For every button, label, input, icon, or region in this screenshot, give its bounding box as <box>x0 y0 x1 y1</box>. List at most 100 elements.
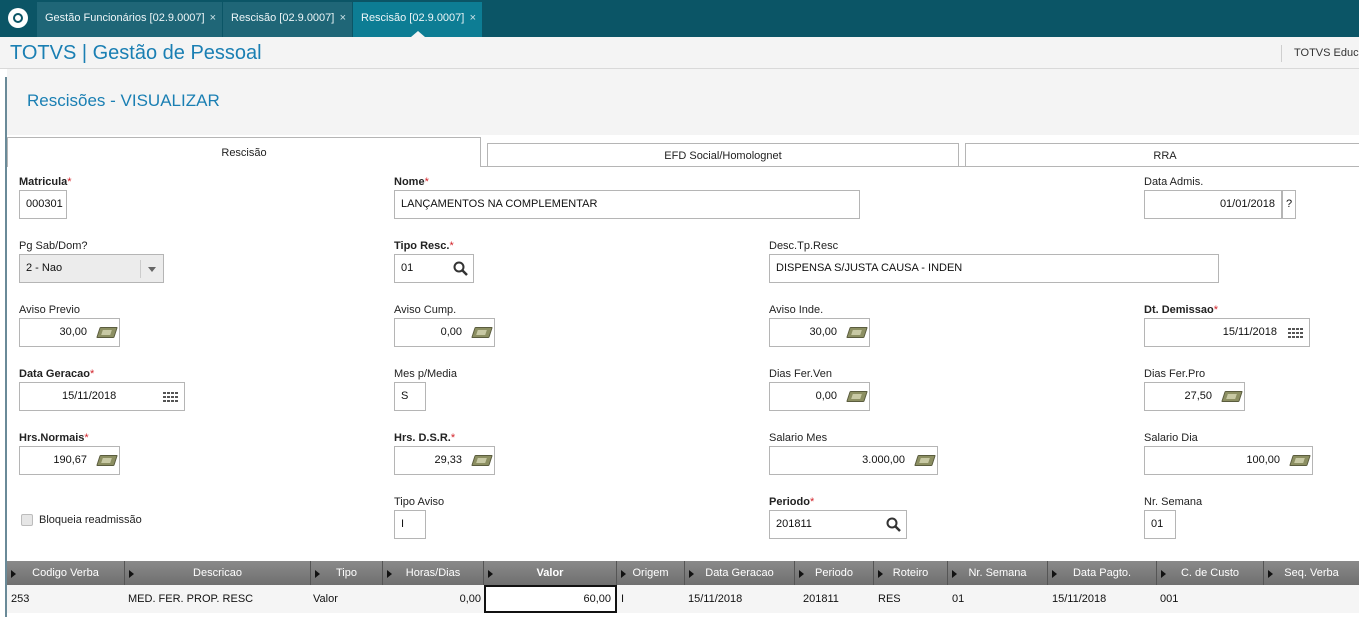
mes-p-media-field[interactable]: S <box>394 382 426 411</box>
col-tipo[interactable]: Tipo <box>311 561 383 585</box>
aviso-previo-value: 30,00 <box>59 326 87 338</box>
money-icon[interactable] <box>96 327 118 338</box>
help-button[interactable]: ? <box>1282 190 1296 219</box>
close-icon[interactable]: × <box>210 2 216 35</box>
cell-nr-semana: 01 <box>952 593 965 605</box>
window-tab-bar: Gestão Funcionários [02.9.0007] × Rescis… <box>0 0 1359 37</box>
nr-semana-field[interactable]: 01 <box>1144 510 1176 539</box>
data-geracao-field[interactable]: 15/11/2018 <box>19 382 185 411</box>
col-periodo[interactable]: Periodo <box>795 561 874 585</box>
select-divider <box>140 260 141 278</box>
aviso-previo-field[interactable]: 30,00 <box>19 318 120 347</box>
grid-header: Codigo Verba Descricao Tipo Horas/Dias V… <box>7 561 1359 585</box>
nr-semana-label: Nr. Semana <box>1144 496 1203 508</box>
col-data-geracao[interactable]: Data Geracao <box>685 561 795 585</box>
hrs-normais-field[interactable]: 190,67 <box>19 446 120 475</box>
calendar-icon[interactable] <box>162 389 180 405</box>
table-row[interactable]: 253 MED. FER. PROP. RESC Valor 0,00 60,0… <box>7 585 1359 613</box>
left-edge <box>0 69 7 619</box>
window-tab-gestao-funcionarios[interactable]: Gestão Funcionários [02.9.0007] × <box>37 2 223 37</box>
nome-field[interactable]: LANÇAMENTOS NA COMPLEMENTAR <box>394 190 860 219</box>
aviso-inde-field[interactable]: 30,00 <box>769 318 870 347</box>
verbas-grid: Codigo Verba Descricao Tipo Horas/Dias V… <box>7 559 1359 619</box>
col-descricao[interactable]: Descricao <box>125 561 311 585</box>
close-icon[interactable]: × <box>470 2 476 35</box>
search-icon[interactable] <box>885 517 903 533</box>
money-icon[interactable] <box>846 391 868 402</box>
hrs-normais-value: 190,67 <box>53 454 87 466</box>
dt-demissao-label: Dt. Demissao <box>1144 304 1218 316</box>
col-c-de-custo[interactable]: C. de Custo <box>1157 561 1264 585</box>
close-icon[interactable]: × <box>340 2 346 35</box>
chevron-down-icon[interactable] <box>148 267 156 272</box>
col-origem[interactable]: Origem <box>617 561 685 585</box>
col-label: Nr. Semana <box>968 567 1027 579</box>
aviso-cump-field[interactable]: 0,00 <box>394 318 495 347</box>
data-geracao-label: Data Geracao <box>19 368 94 380</box>
hrs-dsr-value: 29,33 <box>434 454 462 466</box>
col-label: Seq. Verba <box>1284 567 1339 579</box>
aviso-cump-label: Aviso Cump. <box>394 304 457 316</box>
col-seq-verba[interactable]: Seq. Verba <box>1264 561 1359 585</box>
col-nr-semana[interactable]: Nr. Semana <box>948 561 1048 585</box>
dias-fer-pro-field[interactable]: 27,50 <box>1144 382 1245 411</box>
desc-tp-resc-field[interactable]: DISPENSA S/JUSTA CAUSA - INDEN <box>769 254 1219 283</box>
data-admis-label: Data Admis. <box>1144 176 1204 188</box>
money-icon[interactable] <box>96 455 118 466</box>
col-horas-dias[interactable]: Horas/Dias <box>383 561 484 585</box>
col-roteiro[interactable]: Roteiro <box>874 561 948 585</box>
window-tab-rescisao-2[interactable]: Rescisão [02.9.0007] × <box>353 2 483 37</box>
search-icon[interactable] <box>452 261 470 277</box>
sort-arrow-icon <box>387 570 392 578</box>
nome-label: Nome <box>394 176 429 188</box>
sort-arrow-icon <box>1268 570 1273 578</box>
money-icon[interactable] <box>1289 455 1311 466</box>
salario-dia-value: 100,00 <box>1246 454 1280 466</box>
salario-mes-field[interactable]: 3.000,00 <box>769 446 938 475</box>
totvs-logo-icon[interactable] <box>8 8 28 28</box>
col-data-pagto[interactable]: Data Pagto. <box>1048 561 1157 585</box>
tab-rra[interactable]: RRA <box>965 143 1359 167</box>
col-label: Codigo Verba <box>32 567 99 579</box>
col-codigo-verba[interactable]: Codigo Verba <box>7 561 125 585</box>
tipo-resc-field[interactable]: 01 <box>394 254 474 283</box>
dt-demissao-field[interactable]: 15/11/2018 <box>1144 318 1310 347</box>
col-label: Data Geracao <box>705 567 774 579</box>
cell-data-pagto: 15/11/2018 <box>1052 593 1107 605</box>
dias-fer-ven-field[interactable]: 0,00 <box>769 382 870 411</box>
col-valor[interactable]: Valor <box>484 561 617 585</box>
hrs-dsr-field[interactable]: 29,33 <box>394 446 495 475</box>
money-icon[interactable] <box>471 327 493 338</box>
cell-valor[interactable]: 60,00 <box>484 585 617 613</box>
cell-tipo: Valor <box>313 593 338 605</box>
data-admis-field[interactable]: 01/01/2018 <box>1144 190 1282 219</box>
pg-sab-dom-select[interactable]: 2 - Nao <box>19 254 164 283</box>
tab-efd-social[interactable]: EFD Social/Homolognet <box>487 143 959 167</box>
col-label: C. de Custo <box>1180 567 1240 579</box>
col-label: Origem <box>632 567 669 579</box>
mes-p-media-label: Mes p/Media <box>394 368 457 380</box>
periodo-field[interactable]: 201811 <box>769 510 907 539</box>
window-tab-rescisao-1[interactable]: Rescisão [02.9.0007] × <box>223 2 353 37</box>
money-icon[interactable] <box>914 455 936 466</box>
cell-periodo: 201811 <box>803 593 839 605</box>
calendar-icon[interactable] <box>1287 325 1305 341</box>
bloqueia-readmissao-checkbox[interactable] <box>21 514 33 526</box>
matricula-field[interactable]: 000301 <box>19 190 67 219</box>
dias-fer-ven-label: Dias Fer.Ven <box>769 368 832 380</box>
tab-rescisao[interactable]: Rescisão <box>7 137 481 167</box>
tipo-resc-label: Tipo Resc. <box>394 240 454 252</box>
col-label: Horas/Dias <box>405 567 461 579</box>
periodo-value: 201811 <box>776 518 812 530</box>
cell-codigo-verba: 253 <box>11 593 30 605</box>
salario-dia-field[interactable]: 100,00 <box>1144 446 1313 475</box>
money-icon[interactable] <box>846 327 868 338</box>
cell-horas-dias: 0,00 <box>459 593 481 605</box>
dias-fer-ven-value: 0,00 <box>815 390 837 402</box>
sort-arrow-icon <box>952 570 957 578</box>
money-icon[interactable] <box>1221 391 1243 402</box>
salario-dia-label: Salario Dia <box>1144 432 1198 444</box>
tipo-aviso-field[interactable]: I <box>394 510 426 539</box>
desc-tp-resc-label: Desc.Tp.Resc <box>769 240 839 252</box>
money-icon[interactable] <box>471 455 493 466</box>
